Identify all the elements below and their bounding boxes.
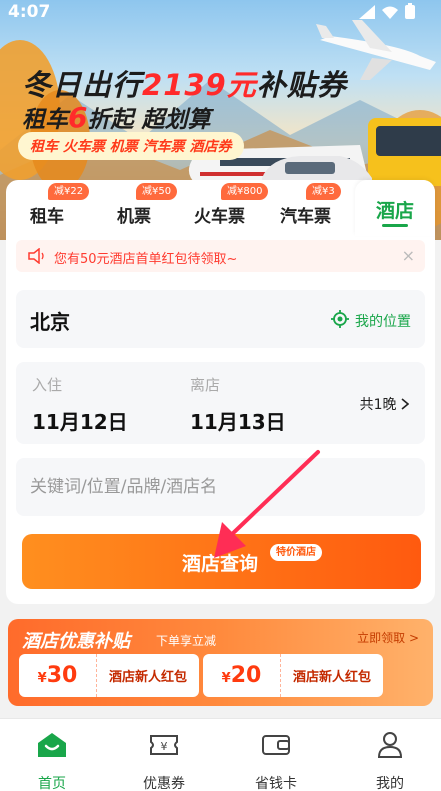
tab-badge: 减¥3 bbox=[306, 183, 341, 200]
checkout-date[interactable]: 11月13日 bbox=[190, 406, 286, 435]
chevron-right-icon bbox=[401, 397, 410, 413]
tab-badge: 减¥800 bbox=[221, 183, 269, 200]
coupon-amount: ¥30 bbox=[19, 654, 97, 697]
tab-label: 租车 bbox=[30, 207, 64, 227]
tab-flight[interactable]: 机票 bbox=[117, 202, 151, 227]
hero-title-prefix: 冬日出行 bbox=[22, 68, 143, 102]
category-tabs: 租车 减¥22 机票 减¥50 火车票 减¥800 汽车票 减¥3 酒店 bbox=[6, 180, 435, 236]
tab-bus[interactable]: 汽车票 bbox=[280, 202, 331, 227]
tab-car-rental[interactable]: 租车 bbox=[30, 202, 64, 227]
coupon-amount: ¥20 bbox=[203, 654, 281, 697]
user-icon bbox=[350, 729, 430, 761]
tab-badge: 减¥50 bbox=[136, 183, 178, 200]
battery-icon bbox=[405, 3, 415, 23]
wifi-icon bbox=[381, 4, 399, 23]
coupon-currency: ¥ bbox=[37, 671, 47, 686]
date-picker[interactable]: 入住 11月12日 离店 11月13日 共1晚 bbox=[16, 362, 425, 444]
nav-profile[interactable]: 我的 bbox=[350, 729, 430, 791]
checkin-date[interactable]: 11月12日 bbox=[32, 406, 128, 435]
nights-label: 共1晚 bbox=[359, 397, 397, 413]
nav-label: 我的 bbox=[376, 776, 404, 791]
nav-coupons[interactable]: ¥ 优惠券 bbox=[124, 729, 204, 791]
status-icons bbox=[359, 3, 415, 23]
tab-label: 火车票 bbox=[194, 207, 245, 227]
tab-label: 机票 bbox=[117, 207, 151, 227]
nav-savings-card[interactable]: 省钱卡 bbox=[236, 729, 316, 791]
signal-icon bbox=[359, 4, 375, 23]
hero-line2-suffix: 折起 超划算 bbox=[87, 107, 211, 133]
speaker-icon bbox=[28, 247, 46, 268]
wallet-icon bbox=[236, 729, 316, 761]
pointer-arrow-icon bbox=[214, 450, 320, 558]
hero-title-suffix: 补贴券 bbox=[256, 68, 347, 102]
tab-train[interactable]: 火车票 bbox=[194, 202, 245, 227]
nav-label: 省钱卡 bbox=[255, 776, 297, 791]
coupon-name: 酒店新人红包 bbox=[108, 670, 187, 685]
coupon-icon: ¥ bbox=[124, 729, 204, 761]
nav-label: 首页 bbox=[38, 776, 66, 791]
close-icon[interactable]: × bbox=[402, 246, 415, 265]
coupon-value: 20 bbox=[230, 663, 262, 688]
promo-title: 酒店优惠补贴 bbox=[22, 631, 130, 652]
destination-field[interactable]: 北京 我的位置 bbox=[16, 290, 425, 348]
my-location-label: 我的位置 bbox=[355, 314, 411, 330]
coupon-card[interactable]: ¥20 酒店新人红包 bbox=[203, 654, 383, 697]
tab-hotel[interactable]: 酒店 bbox=[355, 180, 435, 236]
coupon-name: 酒店新人红包 bbox=[292, 670, 371, 685]
checkin-label: 入住 bbox=[32, 376, 63, 394]
hotel-promo-banner: 酒店优惠补贴 下单享立减 立即领取 > ¥30 酒店新人红包 ¥20 酒店新人红… bbox=[8, 619, 433, 706]
tab-badge: 减¥22 bbox=[48, 183, 90, 200]
nav-label: 优惠券 bbox=[143, 776, 185, 791]
coupon-notice[interactable]: 您有50元酒店首单红包待领取~ × bbox=[16, 240, 425, 272]
tab-active-indicator bbox=[382, 224, 408, 227]
hero-title-amount: 2139元 bbox=[142, 68, 257, 102]
nav-home[interactable]: 首页 bbox=[12, 729, 92, 791]
coupon-currency: ¥ bbox=[221, 671, 231, 686]
status-time: 4:07 bbox=[8, 2, 51, 22]
hero-subtitle: 租车6折起 超划算 bbox=[22, 100, 211, 134]
hero-line2-discount: 6 bbox=[68, 101, 88, 134]
bottom-navigation: 首页 ¥ 优惠券 省钱卡 我的 bbox=[0, 718, 441, 791]
home-icon bbox=[12, 729, 92, 761]
hero-title: 冬日出行2139元补贴券 bbox=[22, 62, 347, 104]
hero-tag: 租车 火车票 机票 汽车票 酒店券 bbox=[18, 132, 244, 160]
my-location-button[interactable]: 我的位置 bbox=[331, 310, 411, 332]
locate-icon bbox=[331, 310, 349, 332]
city-value: 北京 bbox=[30, 310, 70, 334]
tab-label: 汽车票 bbox=[280, 207, 331, 227]
nights-count[interactable]: 共1晚 bbox=[359, 394, 410, 414]
notice-text: 您有50元酒店首单红包待领取~ bbox=[54, 252, 238, 267]
coupon-value: 30 bbox=[46, 663, 78, 688]
coupon-card[interactable]: ¥30 酒店新人红包 bbox=[19, 654, 199, 697]
hero-line2-prefix: 租车 bbox=[22, 107, 68, 133]
svg-text:¥: ¥ bbox=[161, 740, 168, 753]
promo-subtitle: 下单享立减 bbox=[156, 634, 217, 648]
tab-label: 酒店 bbox=[375, 200, 414, 222]
claim-now-link[interactable]: 立即领取 > bbox=[357, 629, 419, 646]
checkout-label: 离店 bbox=[190, 376, 221, 394]
